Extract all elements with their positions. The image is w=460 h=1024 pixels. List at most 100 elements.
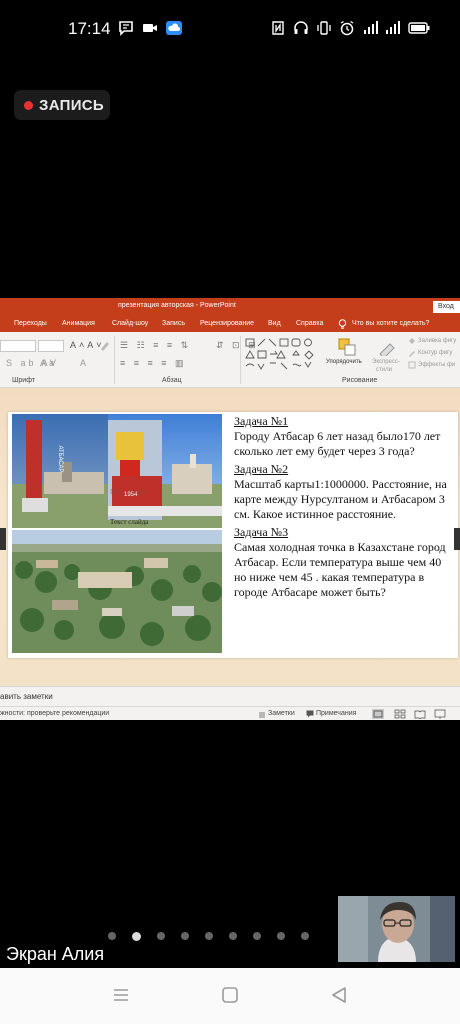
effects-icon — [408, 361, 416, 369]
participant-name: Экран Алия — [6, 944, 105, 964]
shape-outline-button[interactable]: Контур фигу — [418, 350, 452, 356]
chat-icon — [119, 21, 133, 36]
slide-photo-city-panorama[interactable] — [12, 530, 222, 653]
video-icon — [143, 24, 157, 32]
recents-icon[interactable] — [112, 986, 130, 1004]
ppt-status-bar: жности: проверьте рекомендации Заметки П… — [0, 706, 460, 720]
align-buttons-icon[interactable]: ≡ ≡ ≡ ≡ ▥ — [120, 358, 187, 369]
slide-content: АТБАСАР 1954 Войт слайда Текст слайда За… — [8, 412, 458, 658]
font-color-icon[interactable]: A — [80, 358, 89, 368]
vibrate-icon — [317, 21, 331, 35]
list-buttons-icon[interactable]: ☰ ☷ ≡ ≡ ⇅ — [120, 340, 191, 351]
drawing-group-label: Рисование — [342, 377, 378, 384]
reading-view-icon[interactable] — [414, 709, 426, 719]
comment-icon — [306, 710, 314, 718]
ppt-ribbon: A˄A˅ S ab AV Aa A Шрифт ☰ ☷ ≡ ≡ ⇅ ≡ ≡ ≡ … — [0, 332, 460, 388]
system-navigation-bar — [0, 968, 460, 1024]
login-button[interactable]: Вход — [433, 301, 460, 313]
page-indicator[interactable] — [108, 930, 309, 942]
recording-badge[interactable]: ЗАПИСЬ — [14, 90, 110, 120]
alarm-icon — [340, 20, 354, 36]
photo-overlay-text: Текст слайда — [110, 518, 149, 526]
quick-styles-label-2[interactable]: стили — [376, 367, 392, 373]
tab-slideshow[interactable]: Слайд-шоу — [112, 320, 148, 327]
status-right-icons — [270, 20, 430, 36]
comments-button[interactable]: Примечания — [316, 710, 356, 717]
ppt-window-title: презентация авторская - PowerPoint — [118, 302, 236, 309]
pen-icon — [409, 351, 415, 357]
next-slide-arrow[interactable] — [454, 528, 460, 550]
notes-placeholder: авить заметки — [0, 692, 53, 701]
page-dot[interactable] — [301, 932, 309, 940]
page-dot[interactable] — [181, 932, 189, 940]
cloud-icon — [166, 21, 182, 35]
task-3-text: Самая холодная точка в Казахстане город … — [234, 540, 446, 599]
tab-transitions[interactable]: Переходы — [14, 320, 47, 327]
arrange-label[interactable]: Упорядочить — [326, 359, 362, 365]
tasks-text-box[interactable]: Задача №1 Городу Атбасар 6 лет назад был… — [234, 414, 456, 603]
notes-icon — [259, 712, 265, 718]
paragraph-group-label: Абзац — [162, 377, 182, 384]
accessibility-status[interactable]: жности: проверьте рекомендации — [0, 710, 109, 717]
lightbulb-icon — [338, 319, 347, 329]
ribbon-separator — [240, 336, 241, 384]
page-dot[interactable] — [205, 932, 213, 940]
tell-me-search[interactable]: Что вы хотите сделать? — [352, 320, 429, 327]
status-left-icons — [118, 20, 182, 36]
page-dot[interactable] — [157, 932, 165, 940]
home-icon[interactable] — [221, 986, 239, 1004]
shared-screen: презентация авторская - PowerPoint Вход … — [0, 298, 460, 720]
font-size-box[interactable] — [38, 340, 64, 352]
page-dot[interactable] — [253, 932, 261, 940]
signal-bars-icon — [386, 21, 400, 34]
headset-icon — [294, 21, 308, 34]
back-icon[interactable] — [330, 986, 348, 1004]
page-dot[interactable] — [108, 932, 116, 940]
sign-text: АТБАСАР — [57, 445, 63, 472]
change-case-icon[interactable]: Aa — [40, 358, 57, 368]
battery-icon — [408, 22, 430, 34]
notes-pane[interactable]: авить заметки — [0, 686, 460, 706]
ribbon-separator — [114, 336, 115, 384]
status-time: 17:14 — [68, 19, 111, 38]
page-dot[interactable] — [277, 932, 285, 940]
notes-button[interactable]: Заметки — [268, 710, 295, 717]
task-1-heading: Задача №1 — [234, 414, 289, 428]
ppt-ribbon-tabs: Переходы Анимация Слайд-шоу Запись Рецен… — [0, 316, 460, 332]
slide[interactable]: АТБАСАР 1954 Войт слайда Текст слайда За… — [0, 388, 460, 686]
task-2-heading: Задача №2 — [234, 462, 289, 476]
nfc-icon — [272, 21, 284, 35]
shape-fill-button[interactable]: Заливка фигу — [418, 338, 456, 344]
recording-label: ЗАПИСЬ — [39, 96, 105, 114]
shape-effects-button[interactable]: Эффекты фи — [418, 362, 455, 368]
page-dot[interactable] — [229, 932, 237, 940]
clear-format-icon[interactable] — [100, 340, 110, 351]
photo-overlay-text-2: Войт слайда — [110, 488, 148, 496]
tab-record[interactable]: Запись — [162, 320, 185, 327]
tab-review[interactable]: Рецензирование — [200, 320, 254, 327]
slideshow-view-icon[interactable] — [434, 709, 446, 719]
task-2-text: Масштаб карты1:1000000. Расстояние, на к… — [234, 477, 447, 521]
tab-help[interactable]: Справка — [296, 320, 323, 327]
shapes-gallery-icon[interactable] — [245, 338, 319, 372]
signal-4g-icon — [364, 21, 378, 34]
participant-video-thumbnail[interactable] — [338, 896, 455, 962]
normal-view-icon[interactable] — [372, 709, 384, 719]
tab-view[interactable]: Вид — [268, 320, 281, 327]
slide-photo-city-sign[interactable]: АТБАСАР 1954 Войт слайда Текст слайда — [12, 414, 222, 528]
task-3-heading: Задача №3 — [234, 525, 289, 539]
slide-sorter-icon[interactable] — [394, 709, 406, 719]
recording-dot — [24, 100, 33, 110]
previous-slide-arrow[interactable] — [0, 528, 6, 550]
font-name-box[interactable] — [0, 340, 36, 352]
tab-animation[interactable]: Анимация — [62, 320, 95, 327]
page-dot-active[interactable] — [132, 931, 141, 941]
quick-styles-icon[interactable] — [378, 338, 396, 356]
arrange-icon[interactable] — [338, 338, 356, 356]
status-bar: 17:14 — [0, 0, 460, 60]
fill-bucket-icon — [409, 338, 415, 344]
ppt-title-bar: презентация авторская - PowerPoint Вход — [0, 298, 460, 316]
task-1-text: Городу Атбасар 6 лет назад было170 лет с… — [234, 429, 441, 458]
quick-styles-label[interactable]: Экспресс- — [372, 359, 400, 365]
slide-canvas: АТБАСАР 1954 Войт слайда Текст слайда За… — [0, 388, 460, 686]
